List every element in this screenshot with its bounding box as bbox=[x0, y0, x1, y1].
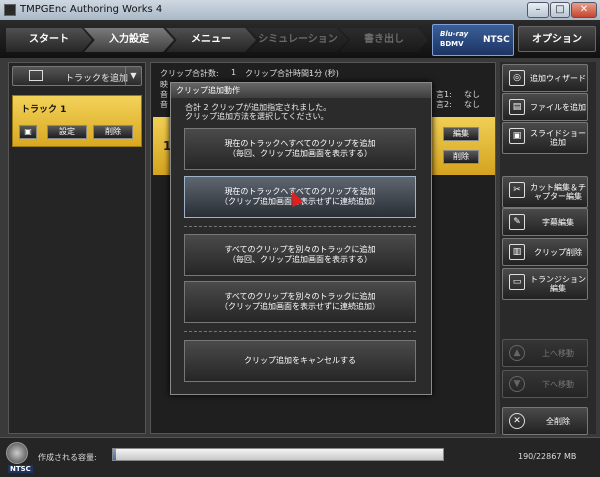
close-button[interactable]: ✕ bbox=[571, 2, 597, 18]
add-wizard-label: 追加ウィザード bbox=[530, 73, 586, 83]
dialog-message: 合計 2 クリップが追加指定されました。 クリップ追加方法を選択してください。 bbox=[185, 103, 331, 121]
action-panel: ◎ 追加ウィザード ▤ ファイルを追加 ▣ スライドショー追加 ✂ カット編集＆… bbox=[500, 62, 596, 435]
add-track-label: トラックを追加 bbox=[65, 74, 129, 84]
chevron-down-icon[interactable]: ▼ bbox=[125, 67, 141, 85]
delete-all-label: 全削除 bbox=[546, 416, 570, 426]
step-start[interactable]: スタート bbox=[6, 28, 92, 52]
info-row-audio-2: 音 bbox=[160, 100, 168, 109]
cut-chapter-edit-button[interactable]: ✂ カット編集＆チャプター編集 bbox=[502, 176, 588, 208]
option-line-2: （毎回、クリップ追加画面を表示する） bbox=[228, 255, 372, 264]
option-line-2: （毎回、クリップ追加画面を表示する） bbox=[228, 149, 372, 158]
move-down-label: 下へ移動 bbox=[542, 379, 574, 389]
bdmv-label: BDMV bbox=[440, 40, 464, 48]
dialog-message-line-2: クリップ追加方法を選択してください。 bbox=[185, 112, 329, 121]
minimize-button[interactable]: – bbox=[527, 2, 549, 18]
move-up-button: ▲ 上へ移動 bbox=[502, 339, 588, 367]
capacity-label: 作成される容量: bbox=[38, 453, 97, 462]
step-input-settings[interactable]: 入力設定 bbox=[84, 28, 174, 52]
capacity-text: 190/22867 MB bbox=[518, 452, 577, 461]
cancel-label: クリップ追加をキャンセルする bbox=[244, 356, 356, 365]
ntsc-label: NTSC bbox=[8, 465, 33, 473]
status-bar: NTSC 作成される容量: 25G 190/22867 MB bbox=[0, 437, 600, 477]
clip-edit-button[interactable]: 編集 bbox=[443, 127, 479, 141]
option-current-track-with-dialog[interactable]: 現在のトラックへすべてのクリップを追加 （毎回、クリップ追加画面を表示する） bbox=[184, 128, 416, 170]
add-track-icon bbox=[29, 70, 43, 81]
trash-icon: ▥ bbox=[509, 244, 525, 260]
clip-time-value: 1分 (秒) bbox=[309, 69, 339, 78]
move-up-label: 上へ移動 bbox=[542, 348, 574, 358]
capacity-bar: 25G bbox=[112, 448, 553, 461]
cut-chapter-edit-label: カット編集＆チャプター編集 bbox=[530, 183, 586, 201]
option-line-1: すべてのクリップを別々のトラックに追加 bbox=[224, 245, 376, 254]
window-title: TMPGEnc Authoring Works 4 bbox=[20, 4, 163, 15]
move-down-button: ▼ 下へ移動 bbox=[502, 370, 588, 398]
step-simulation: シミュレーション bbox=[248, 28, 348, 52]
track-panel: トラックを追加 ▼ トラック 1 ▣ 設定 削除 bbox=[8, 62, 146, 434]
slideshow-icon: ▣ bbox=[509, 128, 525, 144]
cancel-clip-add-button[interactable]: クリップ追加をキャンセルする bbox=[184, 340, 416, 382]
dialog-message-line-1: 合計 2 クリップが追加指定されました。 bbox=[185, 103, 332, 112]
option-line-2: （クリップ追加画面を表示せずに連続追加） bbox=[220, 302, 380, 311]
region-label: NTSC bbox=[483, 35, 510, 45]
subtitle-icon: ✎ bbox=[509, 214, 525, 230]
subtitle-edit-button[interactable]: ✎ 字幕編集 bbox=[502, 208, 588, 236]
app-icon bbox=[4, 4, 16, 16]
option-separate-tracks-with-dialog[interactable]: すべてのクリップを別々のトラックに追加 （毎回、クリップ追加画面を表示する） bbox=[184, 234, 416, 276]
maximize-button[interactable]: □ bbox=[550, 2, 570, 18]
step-menu[interactable]: メニュー bbox=[166, 28, 256, 52]
move-up-icon: ▲ bbox=[509, 345, 525, 361]
add-track-button[interactable]: トラックを追加 ▼ bbox=[12, 66, 142, 86]
divider bbox=[184, 331, 416, 332]
move-down-icon: ▼ bbox=[509, 376, 525, 392]
add-file-label: ファイルを追加 bbox=[530, 102, 586, 112]
subtitle-2-value: なし bbox=[464, 100, 480, 109]
wizard-icon: ◎ bbox=[509, 70, 525, 86]
divider bbox=[184, 226, 416, 227]
cut-edit-icon: ✂ bbox=[509, 182, 525, 198]
clip-delete-button[interactable]: 削除 bbox=[443, 150, 479, 164]
subtitle-2-label: 言2: bbox=[436, 100, 452, 109]
bluray-logo-text: Blu-ray bbox=[440, 30, 469, 38]
track-item[interactable]: トラック 1 ▣ 設定 削除 bbox=[12, 95, 142, 147]
capacity-bar-fill bbox=[113, 449, 116, 460]
track-delete-button[interactable]: 削除 bbox=[93, 125, 133, 139]
clip-add-dialog: クリップ追加動作 合計 2 クリップが追加指定されました。 クリップ追加方法を選… bbox=[170, 82, 432, 395]
clip-total-value: 1 bbox=[231, 68, 237, 77]
step-export: 書き出し bbox=[340, 28, 428, 52]
option-separate-tracks-continuous[interactable]: すべてのクリップを別々のトラックに追加 （クリップ追加画面を表示せずに連続追加） bbox=[184, 281, 416, 323]
option-line-1: 現在のトラックへすべてのクリップを追加 bbox=[224, 139, 376, 148]
add-slideshow-button[interactable]: ▣ スライドショー追加 bbox=[502, 122, 588, 154]
transition-edit-label: トランジション編集 bbox=[530, 275, 586, 293]
option-line-1: すべてのクリップを別々のトラックに追加 bbox=[224, 292, 376, 301]
clip-delete-label: クリップ削除 bbox=[534, 247, 582, 257]
track-settings-button[interactable]: 設定 bbox=[47, 125, 87, 139]
track-icon[interactable]: ▣ bbox=[19, 125, 37, 139]
transition-edit-button[interactable]: ▭ トランジション編集 bbox=[502, 268, 588, 300]
delete-all-icon: ✕ bbox=[509, 413, 525, 429]
title-bar: TMPGEnc Authoring Works 4 – □ ✕ bbox=[0, 0, 600, 20]
transition-icon: ▭ bbox=[509, 274, 525, 290]
add-wizard-button[interactable]: ◎ 追加ウィザード bbox=[502, 64, 588, 92]
clip-total-label: クリップ合計数: bbox=[160, 69, 219, 78]
dialog-title: クリップ追加動作 bbox=[171, 83, 431, 98]
format-badge: Blu-ray BDMV NTSC bbox=[432, 24, 514, 56]
options-button[interactable]: オプション bbox=[518, 26, 596, 52]
clip-delete-action-button[interactable]: ▥ クリップ削除 bbox=[502, 238, 588, 266]
disc-icon bbox=[6, 442, 28, 464]
add-file-button[interactable]: ▤ ファイルを追加 bbox=[502, 93, 588, 121]
track-name: トラック 1 bbox=[21, 105, 67, 115]
clip-time-label: クリップ合計時間: bbox=[245, 69, 312, 78]
add-file-icon: ▤ bbox=[509, 99, 525, 115]
delete-all-button[interactable]: ✕ 全削除 bbox=[502, 407, 588, 435]
subtitle-edit-label: 字幕編集 bbox=[542, 217, 574, 227]
add-slideshow-label: スライドショー追加 bbox=[530, 129, 586, 147]
